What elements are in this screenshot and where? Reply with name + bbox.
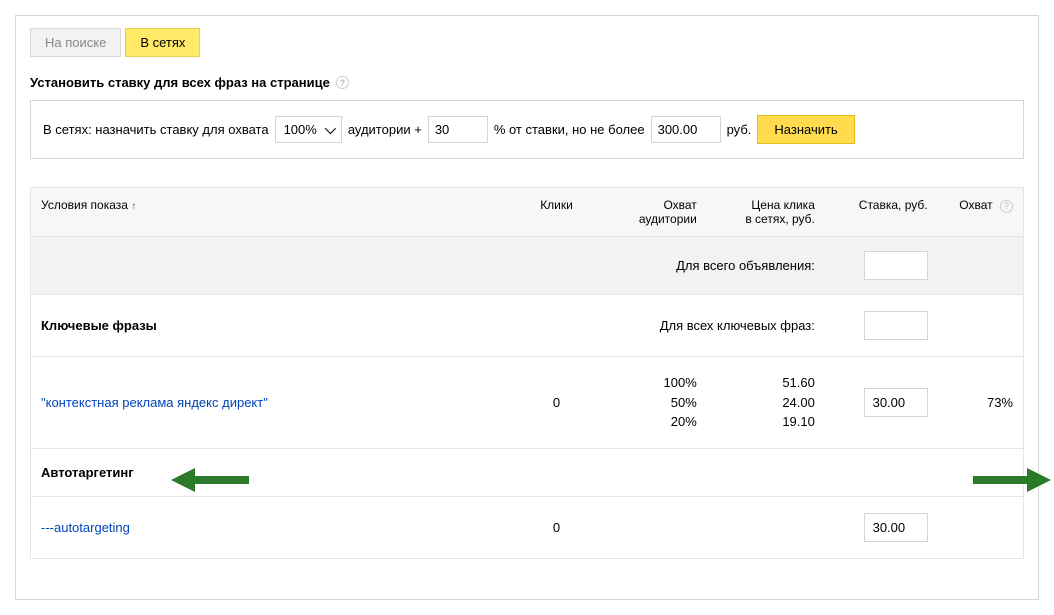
kw-reach: 73%	[938, 357, 1024, 449]
max-bid-input[interactable]	[651, 116, 721, 143]
percent-input[interactable]	[428, 116, 488, 143]
coverage-select[interactable]: 100%	[275, 116, 342, 143]
group-keywords-filter: Для всех ключевых фраз:	[503, 295, 825, 357]
section-title: Установить ставку для всех фраз на стран…	[30, 75, 1024, 90]
auto-bid-input[interactable]	[864, 513, 928, 542]
kw-clicks: 0	[503, 357, 610, 449]
help-icon[interactable]: ?	[1000, 200, 1013, 213]
autotargeting-link[interactable]: ---autotargeting	[41, 520, 130, 535]
filter-row-all-ad: Для всего объявления:	[31, 237, 1024, 295]
header-price-line1: Цена клика	[751, 198, 814, 212]
main-panel: На поиске В сетях Установить ставку для …	[15, 15, 1039, 600]
filter-all-ad-label: Для всего объявления:	[31, 237, 825, 295]
header-clicks[interactable]: Клики	[503, 188, 610, 237]
group-keywords: Ключевые фразы Для всех ключевых фраз:	[31, 295, 1024, 357]
section-title-text: Установить ставку для всех фраз на стран…	[30, 75, 330, 90]
table-header: Условия показа ↑ Клики Охват аудитории Ц…	[31, 188, 1024, 237]
bids-table: Условия показа ↑ Клики Охват аудитории Ц…	[30, 187, 1024, 559]
tabs: На поиске В сетях	[30, 28, 1024, 57]
bid-audience-plus: аудитории +	[348, 122, 422, 137]
tab-search[interactable]: На поиске	[30, 28, 121, 57]
all-keywords-bid-input[interactable]	[864, 311, 928, 340]
table-row: ---autotargeting 0	[31, 496, 1024, 558]
header-reach: Охват	[959, 198, 992, 212]
kw-bid-input[interactable]	[864, 388, 928, 417]
keyword-link[interactable]: "контекстная реклама яндекс директ"	[41, 395, 268, 410]
group-autotargeting: Автотаргетинг	[31, 448, 1024, 496]
bid-currency: руб.	[727, 122, 752, 137]
sort-asc-icon: ↑	[131, 201, 136, 212]
kw-coverage: 100% 50% 20%	[610, 357, 707, 449]
group-autotargeting-label: Автотаргетинг	[31, 448, 1024, 496]
header-price-line2: в сетях, руб.	[745, 212, 815, 226]
header-coverage-line2: аудитории	[639, 212, 697, 226]
all-ad-bid-input[interactable]	[864, 251, 928, 280]
chevron-down-icon	[325, 122, 336, 133]
tab-networks[interactable]: В сетях	[125, 28, 200, 57]
header-conditions[interactable]: Условия показа	[41, 198, 128, 212]
header-coverage-line1: Охват	[663, 198, 696, 212]
help-icon[interactable]: ?	[336, 76, 349, 89]
bid-percent-suffix: % от ставки, но не более	[494, 122, 645, 137]
table-row: "контекстная реклама яндекс директ" 0 10…	[31, 357, 1024, 449]
bid-prefix: В сетях: назначить ставку для охвата	[43, 122, 269, 137]
coverage-select-value: 100%	[284, 122, 317, 137]
bulk-bid-box: В сетях: назначить ставку для охвата 100…	[30, 100, 1024, 159]
kw-price: 51.60 24.00 19.10	[707, 357, 825, 449]
header-bid[interactable]: Ставка, руб.	[825, 188, 938, 237]
group-keywords-label: Ключевые фразы	[31, 295, 503, 357]
apply-button[interactable]: Назначить	[757, 115, 854, 144]
auto-clicks: 0	[503, 496, 610, 558]
